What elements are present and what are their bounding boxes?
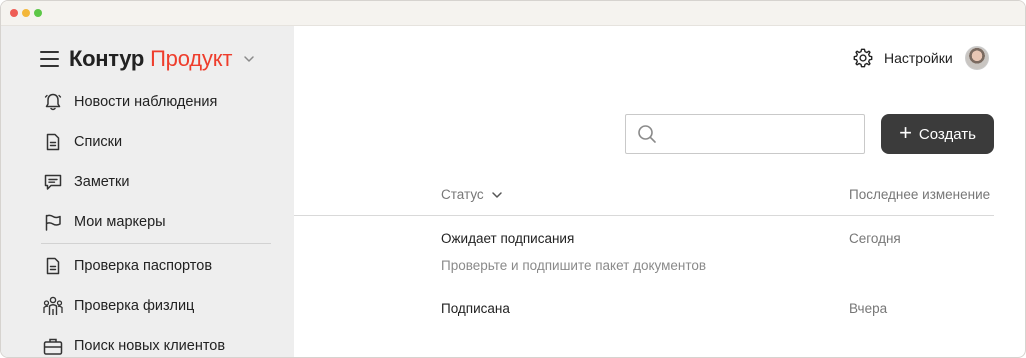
search-icon — [638, 125, 656, 143]
sidebar-item-label: Списки — [74, 134, 123, 150]
title-bar — [1, 1, 1025, 26]
column-header-status[interactable]: Статус — [441, 187, 503, 202]
chevron-down-icon[interactable] — [242, 52, 256, 66]
sidebar-item-label: Новости наблюдения — [74, 94, 218, 110]
table-row-date: Вчера — [849, 301, 888, 316]
table-row-date: Сегодня — [849, 231, 901, 246]
sidebar: Контур Продукт Новости наблюдения Списки — [1, 26, 294, 357]
create-button-label: Создать — [918, 125, 976, 143]
column-header-status-label: Статус — [441, 187, 484, 202]
sidebar-item-label: Поиск новых клиентов — [74, 338, 226, 354]
close-window-button[interactable] — [10, 9, 18, 17]
chevron-down-icon — [491, 191, 502, 198]
sidebar-item-my-markers[interactable]: Мои маркеры — [41, 202, 271, 242]
brand-name: Контур — [69, 46, 145, 71]
sidebar-divider — [41, 243, 271, 244]
bell-icon — [41, 90, 65, 114]
plus-icon: + — [899, 120, 912, 145]
table-row-status[interactable]: Подписана — [441, 301, 510, 316]
brand: Контур Продукт — [40, 46, 256, 72]
sidebar-item-label: Мои маркеры — [74, 214, 166, 230]
settings-button[interactable]: Настройки — [852, 46, 953, 70]
sidebar-item-passport-check[interactable]: Проверка паспортов — [41, 246, 271, 286]
document-icon — [41, 130, 65, 154]
sidebar-nav: Новости наблюдения Списки Заметки Мои ма… — [41, 82, 271, 357]
chat-note-icon — [41, 170, 65, 194]
search-input[interactable] — [665, 126, 855, 142]
create-button[interactable]: + Создать — [881, 114, 994, 154]
flag-icon — [41, 210, 65, 234]
sidebar-item-label: Проверка физлиц — [74, 298, 195, 314]
sidebar-item-label: Проверка паспортов — [74, 258, 213, 274]
column-header-last-changed[interactable]: Последнее изменение — [849, 187, 990, 202]
brand-product: Продукт — [150, 46, 233, 71]
settings-label: Настройки — [884, 50, 953, 66]
sidebar-item-lists[interactable]: Списки — [41, 122, 271, 162]
sidebar-item-notes[interactable]: Заметки — [41, 162, 271, 202]
gear-icon — [853, 48, 873, 68]
people-icon — [41, 294, 65, 318]
table-header-divider — [294, 215, 994, 216]
maximize-window-button[interactable] — [34, 9, 42, 17]
sidebar-item-person-check[interactable]: Проверка физлиц — [41, 286, 271, 326]
table-row-hint: Проверьте и подпишите пакет документов — [441, 258, 707, 273]
sidebar-item-label: Заметки — [74, 174, 130, 190]
briefcase-icon — [41, 334, 65, 357]
menu-icon[interactable] — [40, 51, 59, 67]
minimize-window-button[interactable] — [22, 9, 30, 17]
sidebar-item-find-clients[interactable]: Поиск новых клиентов — [41, 326, 271, 357]
document-icon — [41, 254, 65, 278]
avatar[interactable] — [965, 46, 989, 70]
table-row-status[interactable]: Ожидает подписания — [441, 231, 574, 246]
app-window: Контур Продукт Новости наблюдения Списки — [0, 0, 1026, 358]
search-field[interactable] — [625, 114, 865, 154]
sidebar-item-monitoring-news[interactable]: Новости наблюдения — [41, 82, 271, 122]
